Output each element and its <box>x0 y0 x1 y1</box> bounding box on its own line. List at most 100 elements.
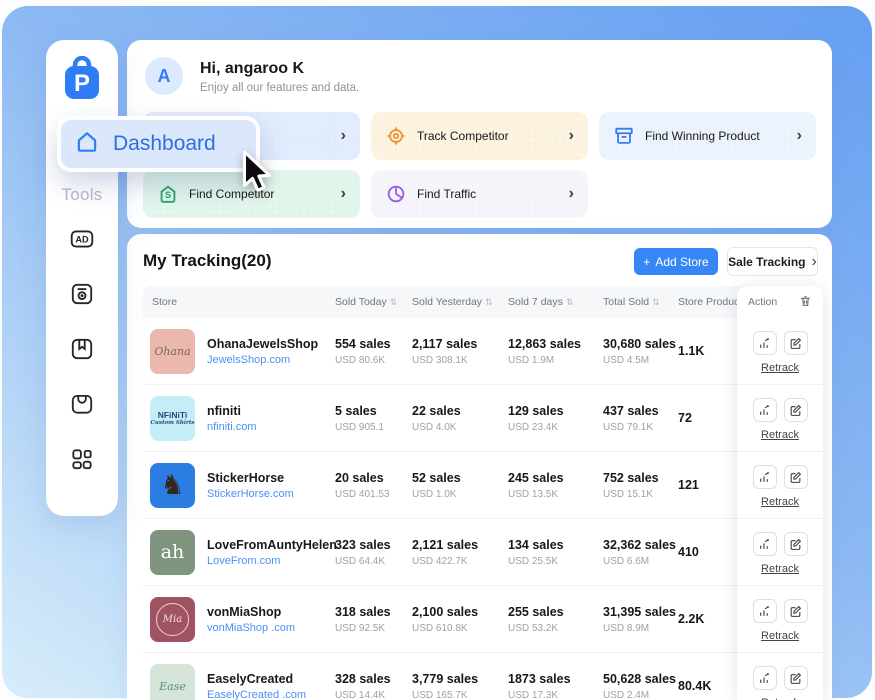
category-icon[interactable] <box>69 446 95 472</box>
svg-text:P: P <box>74 70 90 97</box>
sold-yesterday-cell: 3,779 salesUSD 165.7K <box>412 672 508 700</box>
total-sold-cell: 437 salesUSD 79.1K <box>603 404 678 433</box>
feature-card[interactable]: Find Traffic › <box>371 170 588 218</box>
sold-today-cell: 318 salesUSD 92.5K <box>335 605 412 634</box>
store-domain-link[interactable]: nfiniti.com <box>207 421 257 433</box>
sale-tracking-button[interactable]: Sale Tracking › <box>727 247 818 276</box>
tracking-table: Store Sold Today⇅ Sold Yesterday⇅ Sold 7… <box>143 286 750 700</box>
edit-button[interactable] <box>784 398 808 422</box>
edit-button[interactable] <box>784 666 808 690</box>
book-icon[interactable] <box>69 336 95 362</box>
col-sold-7days[interactable]: Sold 7 days⇅ <box>508 296 603 308</box>
retrack-link[interactable]: Retrack <box>761 630 799 642</box>
action-row: Retrack <box>737 452 823 519</box>
bag-icon[interactable] <box>69 391 95 417</box>
chevron-right-icon: › <box>569 127 574 145</box>
edit-button[interactable] <box>784 599 808 623</box>
store-name: StickerHorse <box>207 471 294 485</box>
action-row: Retrack <box>737 318 823 385</box>
store-domain-link[interactable]: LoveFrom.com <box>207 555 337 567</box>
store-domain-link[interactable]: EaselyCreated .com <box>207 689 306 700</box>
store-name: vonMiaShop <box>207 605 295 619</box>
store-name: OhanaJewelsShop <box>207 337 318 351</box>
box-icon <box>613 125 635 147</box>
feature-card-label: Find Winning Product <box>645 129 760 143</box>
chart-button[interactable] <box>753 331 777 355</box>
col-total-sold[interactable]: Total Sold⇅ <box>603 296 678 308</box>
app-logo-icon[interactable]: P <box>60 56 104 107</box>
store-domain-link[interactable]: JewelsShop.com <box>207 354 318 366</box>
chevron-right-icon: › <box>812 253 817 271</box>
table-row[interactable]: ah LoveFromAuntyHelen LoveFrom.com 323 s… <box>143 519 750 586</box>
mouse-cursor <box>233 148 279 198</box>
sort-icon: ⇅ <box>566 297 574 307</box>
table-row[interactable]: Ease EaselyCreated EaselyCreated .com 32… <box>143 653 750 700</box>
col-sold-yesterday[interactable]: Sold Yesterday⇅ <box>412 296 508 308</box>
feature-card[interactable]: Track Competitor › <box>371 112 588 160</box>
store-logo: Mia <box>150 597 195 642</box>
col-store: Store <box>143 296 335 308</box>
action-row: Retrack <box>737 519 823 586</box>
retrack-link[interactable]: Retrack <box>761 563 799 575</box>
chevron-right-icon: › <box>341 185 346 203</box>
edit-button[interactable] <box>784 331 808 355</box>
home-icon <box>74 129 100 160</box>
chart-button[interactable] <box>753 599 777 623</box>
action-row: Retrack <box>737 385 823 452</box>
add-store-button[interactable]: + Add Store <box>634 248 718 275</box>
store-name: LoveFromAuntyHelen <box>207 538 337 552</box>
store-domain-link[interactable]: StickerHorse.com <box>207 488 294 500</box>
svg-text:S: S <box>165 190 171 200</box>
avatar[interactable]: A <box>145 57 183 95</box>
sold-yesterday-cell: 52 salesUSD 1.0K <box>412 471 508 500</box>
greeting-subtitle: Enjoy all our features and data. <box>200 82 359 94</box>
ad-icon[interactable]: AD <box>69 226 95 252</box>
store-logo: Ohana <box>150 329 195 374</box>
target-icon <box>385 125 407 147</box>
total-sold-cell: 30,680 salesUSD 4.5M <box>603 337 678 366</box>
sold-yesterday-cell: 2,117 salesUSD 308.1K <box>412 337 508 366</box>
my-tracking-panel: My Tracking(20) + Add Store Sale Trackin… <box>127 234 832 700</box>
total-sold-cell: 32,362 salesUSD 6.6M <box>603 538 678 567</box>
chevron-right-icon: › <box>341 127 346 145</box>
retrack-link[interactable]: Retrack <box>761 496 799 508</box>
feature-card[interactable]: Find Winning Product › <box>599 112 816 160</box>
feature-card-label: Track Competitor <box>417 129 509 143</box>
col-action: Action <box>748 296 777 308</box>
edit-button[interactable] <box>784 465 808 489</box>
sold-7days-cell: 129 salesUSD 23.4K <box>508 404 603 433</box>
feature-card-label: Find Traffic <box>417 187 476 201</box>
store-logo: ♞ <box>150 463 195 508</box>
retrack-link[interactable]: Retrack <box>761 429 799 441</box>
table-row[interactable]: NFiNiTi Custom Shirts nfiniti nfiniti.co… <box>143 385 750 452</box>
sold-yesterday-cell: 2,100 salesUSD 610.8K <box>412 605 508 634</box>
col-sold-today[interactable]: Sold Today⇅ <box>335 296 412 308</box>
product-scan-icon[interactable] <box>69 281 95 307</box>
chart-button[interactable] <box>753 398 777 422</box>
shop-icon: S <box>157 183 179 205</box>
table-row[interactable]: Mia vonMiaShop vonMiaShop .com 318 sales… <box>143 586 750 653</box>
chart-button[interactable] <box>753 465 777 489</box>
chevron-right-icon: › <box>797 127 802 145</box>
sidebar: P Tools AD <box>46 40 118 516</box>
table-row[interactable]: ♞ StickerHorse StickerHorse.com 20 sales… <box>143 452 750 519</box>
chevron-right-icon: › <box>569 185 574 203</box>
edit-button[interactable] <box>784 532 808 556</box>
retrack-link[interactable]: Retrack <box>761 362 799 374</box>
action-row: Retrack <box>737 653 823 700</box>
action-row: Retrack <box>737 586 823 653</box>
tools-section-label: Tools <box>46 185 118 205</box>
sold-7days-cell: 245 salesUSD 13.5K <box>508 471 603 500</box>
sidebar-item-dashboard[interactable]: Dashboard <box>57 116 260 172</box>
dashboard-label: Dashboard <box>113 132 216 156</box>
chart-button[interactable] <box>753 666 777 690</box>
sold-7days-cell: 1873 salesUSD 17.3K <box>508 672 603 700</box>
sold-7days-cell: 12,863 salesUSD 1.9M <box>508 337 603 366</box>
sold-7days-cell: 255 salesUSD 53.2K <box>508 605 603 634</box>
table-row[interactable]: Ohana OhanaJewelsShop JewelsShop.com 554… <box>143 318 750 385</box>
store-name: EaselyCreated <box>207 672 306 686</box>
sold-yesterday-cell: 22 salesUSD 4.0K <box>412 404 508 433</box>
store-domain-link[interactable]: vonMiaShop .com <box>207 622 295 634</box>
chart-button[interactable] <box>753 532 777 556</box>
trash-icon[interactable] <box>799 294 812 311</box>
